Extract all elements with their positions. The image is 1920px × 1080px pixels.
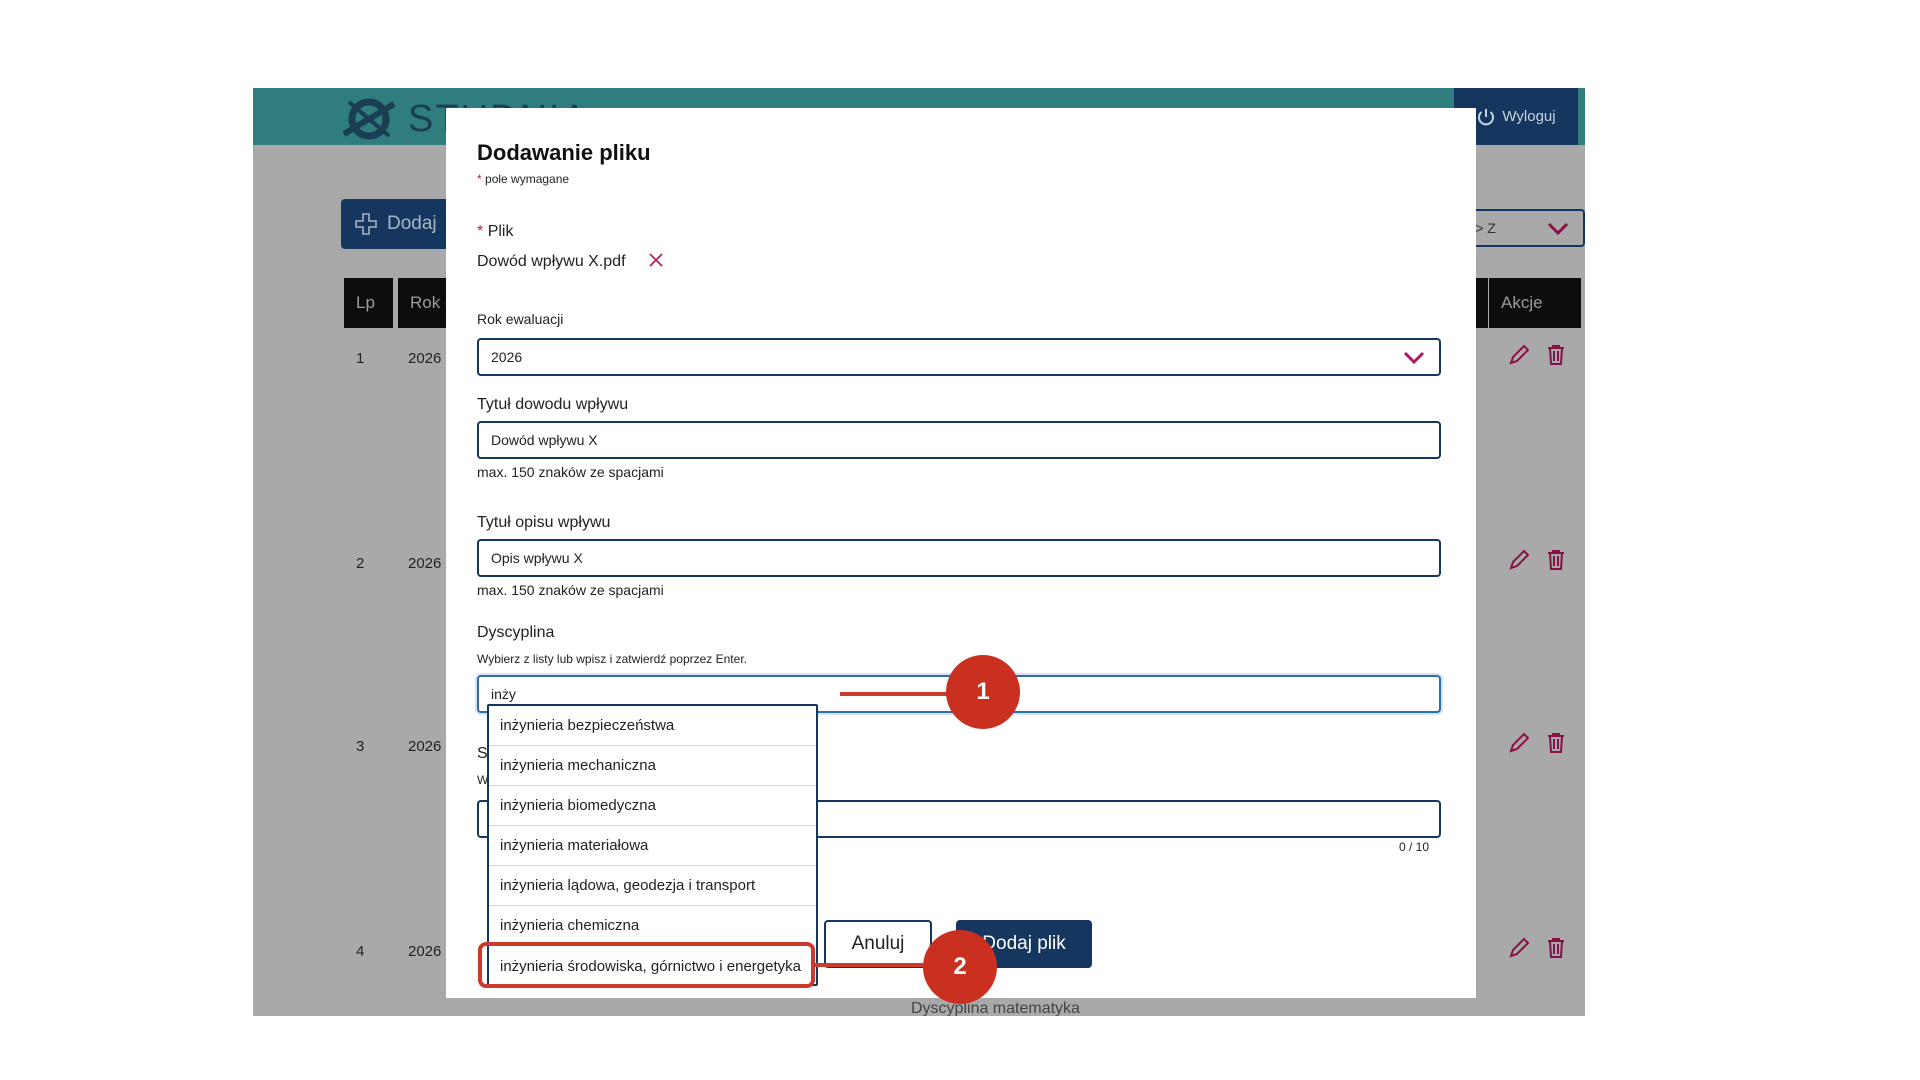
dropdown-option[interactable]: inżynieria lądowa, geodezja i transport: [489, 866, 816, 906]
discipline-label: Dyscyplina: [477, 624, 555, 641]
evidence-title-value: Dowód wpływu X: [491, 432, 598, 448]
row-year: 2026: [408, 555, 442, 572]
row-discipline-text: Dyscyplina matematyka: [911, 1000, 1080, 1016]
plus-icon: [355, 213, 377, 235]
dropdown-option[interactable]: inżynieria materiałowa: [489, 826, 816, 866]
logout-label: Wyloguj: [1502, 108, 1556, 125]
callout-line-1: [840, 692, 952, 696]
evidence-title-input[interactable]: Dowód wpływu X: [477, 421, 1441, 459]
year-select[interactable]: 2026: [477, 338, 1441, 376]
trash-icon[interactable]: [1545, 549, 1567, 571]
char-counter: 0 / 10: [1399, 840, 1430, 854]
dropdown-option[interactable]: inżynieria biomedyczna: [489, 786, 816, 826]
option-highlight-frame: [478, 942, 815, 988]
modal-title: Dodawanie pliku: [477, 140, 651, 165]
row-year: 2026: [408, 738, 442, 755]
logo-icon: [342, 98, 396, 140]
discipline-input-value: inży: [491, 686, 516, 702]
discipline-hint: Wybierz z listy lub wpisz i zatwierdź po…: [477, 652, 747, 666]
chevron-down-icon: [1547, 222, 1569, 236]
remove-file-icon[interactable]: [648, 252, 664, 268]
callout-badge-1: 1: [946, 655, 1020, 729]
callout-line-2: [815, 963, 933, 967]
desc-title-label: Tytuł opisu wpływu: [477, 514, 611, 531]
desc-title-hint: max. 150 znaków ze spacjami: [477, 582, 664, 598]
chevron-down-icon: [1403, 351, 1425, 365]
desc-title-input[interactable]: Opis wpływu X: [477, 539, 1441, 577]
dropdown-option[interactable]: inżynieria bezpieczeństwa: [489, 706, 816, 746]
row-number: 4: [356, 943, 365, 960]
pencil-icon[interactable]: [1508, 344, 1530, 366]
row-number: 1: [356, 350, 365, 367]
evidence-title-label: Tytuł dowodu wpływu: [477, 396, 629, 413]
row-year: 2026: [408, 350, 442, 367]
pencil-icon[interactable]: [1508, 937, 1530, 959]
dropdown-option[interactable]: inżynieria chemiczna: [489, 906, 816, 946]
required-note: * pole wymagane: [477, 172, 570, 186]
trash-icon[interactable]: [1545, 344, 1567, 366]
table-header-gap: [1476, 278, 1488, 328]
evidence-title-hint: max. 150 znaków ze spacjami: [477, 464, 664, 480]
table-header-lp: Lp: [344, 278, 393, 328]
trash-icon[interactable]: [1545, 732, 1567, 754]
pencil-icon[interactable]: [1508, 732, 1530, 754]
desc-title-value: Opis wpływu X: [491, 550, 583, 566]
file-name: Dowód wpływu X.pdf: [477, 253, 626, 270]
year-label: Rok ewaluacji: [477, 311, 564, 327]
power-icon: [1478, 108, 1495, 125]
trash-icon[interactable]: [1545, 937, 1567, 959]
dropdown-option[interactable]: inżynieria mechaniczna: [489, 746, 816, 786]
table-header-actions: Akcje: [1489, 278, 1581, 328]
callout-badge-2: 2: [923, 930, 997, 1004]
year-select-value: 2026: [491, 349, 523, 365]
row-number: 3: [356, 738, 365, 755]
file-label: * Plik: [477, 223, 514, 240]
row-year: 2026: [408, 943, 442, 960]
add-button-label: Dodaj: [387, 213, 437, 234]
cancel-button[interactable]: Anuluj: [824, 920, 932, 968]
row-number: 2: [356, 555, 365, 572]
pencil-icon[interactable]: [1508, 549, 1530, 571]
